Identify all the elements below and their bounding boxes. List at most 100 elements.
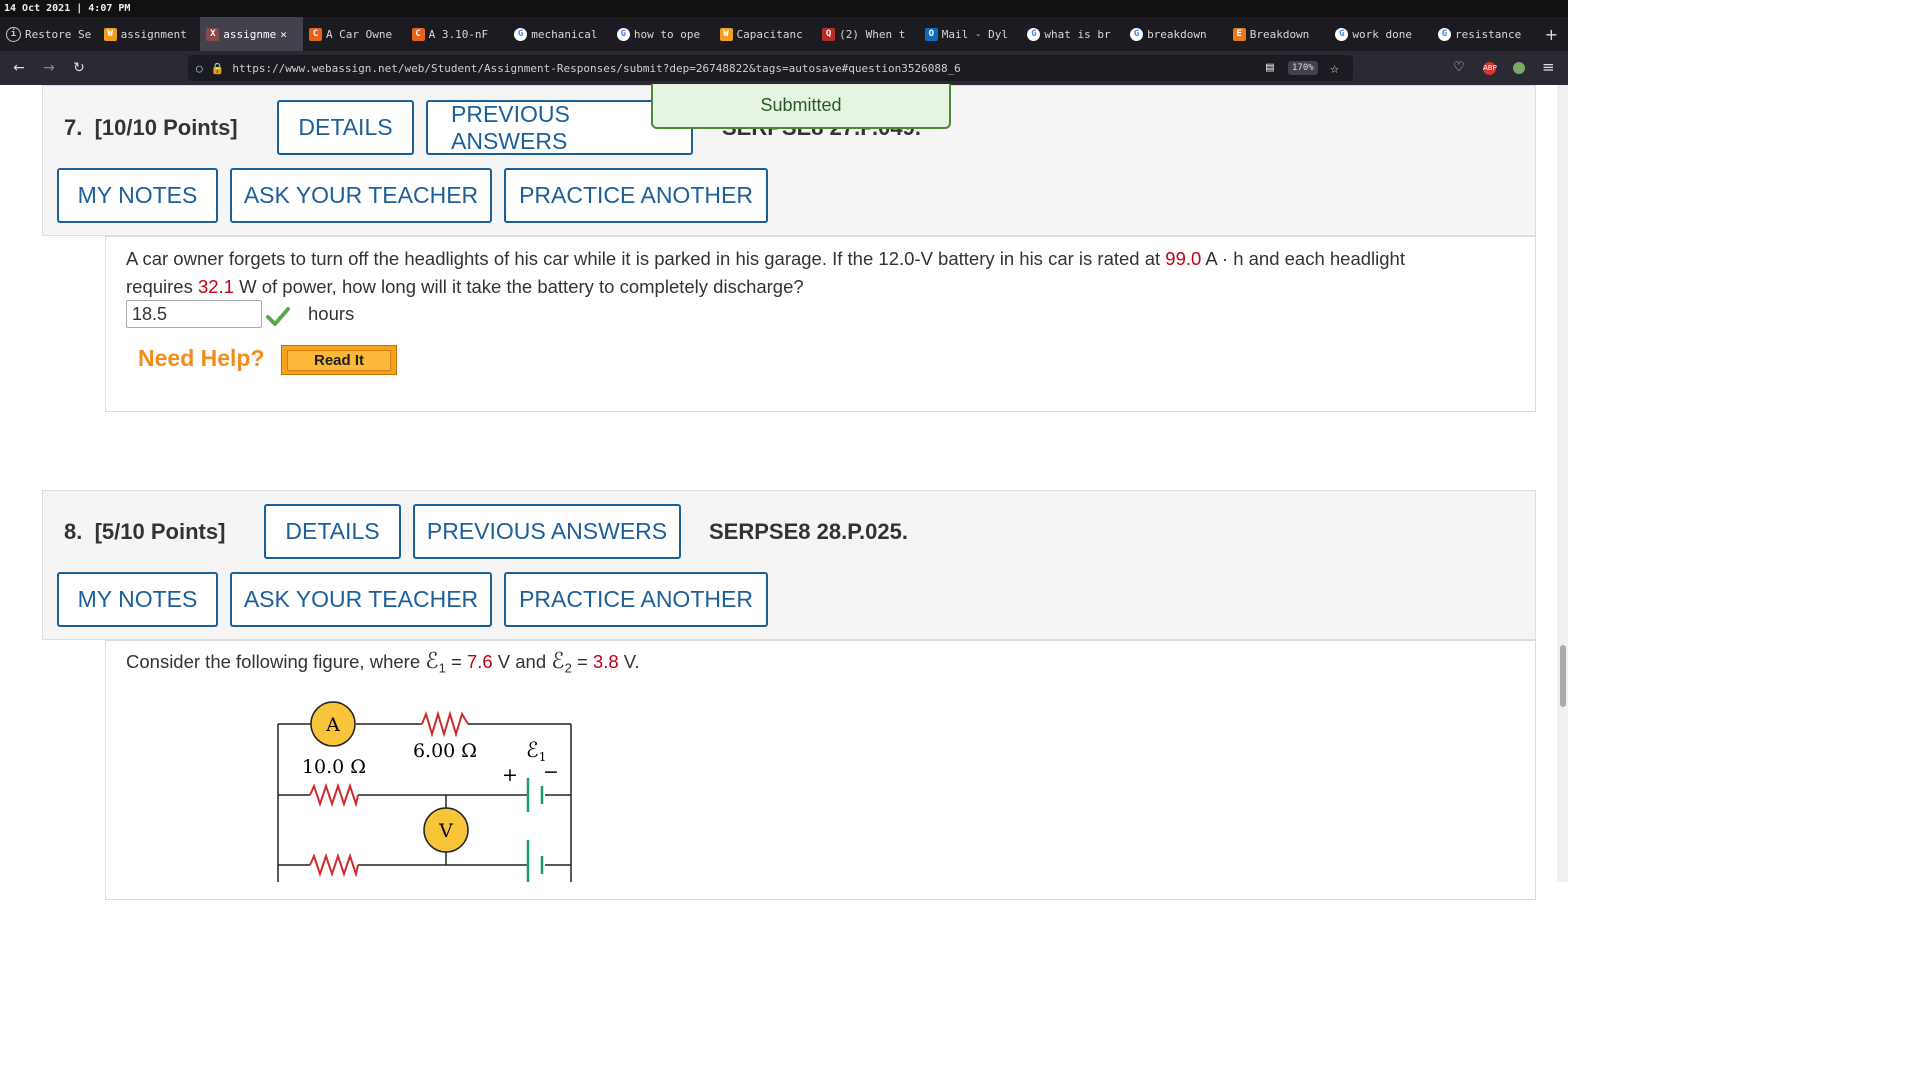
text-part: A car owner forgets to turn off the head… <box>126 248 1166 269</box>
question-7-points: 7. [10/10 Points] <box>64 115 238 141</box>
menu-icon[interactable]: ≡ <box>1542 58 1555 76</box>
ask-teacher-button[interactable]: ASK YOUR TEACHER <box>230 168 492 223</box>
url-bar[interactable]: ◯ 🔒 https://www.webassign.net/web/Studen… <box>188 55 1353 81</box>
question-reference: SERPSE8 28.P.025. <box>709 519 908 544</box>
voltmeter-label: V <box>438 820 453 842</box>
lock-icon[interactable]: 🔒 <box>211 62 225 75</box>
forward-icon[interactable]: → <box>34 60 64 76</box>
text-part: requires <box>126 276 198 297</box>
minus-sign: − <box>543 761 559 783</box>
tab-favicon-icon: W <box>103 27 117 41</box>
bookmark-star-icon[interactable]: ☆ <box>1330 59 1339 77</box>
reload-icon[interactable]: ↻ <box>64 60 94 76</box>
text-part: V and <box>492 651 552 672</box>
details-button[interactable]: DETAILS <box>264 504 401 559</box>
browser-tab[interactable]: Gwork done <box>1329 17 1432 51</box>
emf-subscript: 2 <box>564 660 572 676</box>
need-help-label: Need Help? <box>138 345 265 371</box>
submitted-toast: Submitted <box>651 84 951 129</box>
details-button[interactable]: DETAILS <box>277 100 414 155</box>
answer-input[interactable]: 18.5 <box>126 300 262 328</box>
browser-tab[interactable]: Wassignment <box>98 17 201 51</box>
tab-favicon-icon: G <box>1335 27 1349 41</box>
tab-title: breakdown <box>1147 27 1207 41</box>
reader-view-icon[interactable]: ▤ <box>1266 60 1274 75</box>
practice-another-button[interactable]: PRACTICE ANOTHER <box>504 168 768 223</box>
browser-tab[interactable]: Gmechanical <box>508 17 611 51</box>
tab-favicon-icon: G <box>1027 27 1041 41</box>
question-number: 8. <box>64 519 83 544</box>
tab-title: how to ope <box>633 27 701 41</box>
answer-unit: hours <box>308 303 355 324</box>
text-part: A · h and each headlight <box>1201 248 1405 269</box>
tab-favicon-icon: E <box>1232 27 1246 41</box>
emf1-value: 7.6 <box>466 651 493 672</box>
tab-title: what is br <box>1044 27 1111 41</box>
extension-icon[interactable] <box>1513 62 1525 74</box>
tab-title: assignme <box>223 27 277 41</box>
tab-strip: i Restore Se Wassignment Xassignme × C A Car O… <box>0 17 1568 51</box>
resistor-10-label: 10.0 Ω <box>302 756 366 778</box>
question-number: 7. <box>64 115 83 140</box>
tab-title: resistance <box>1454 27 1522 41</box>
scrollbar-thumb[interactable] <box>1560 645 1566 707</box>
tab-favicon-icon: Q <box>822 27 836 41</box>
tab-title: work done <box>1352 27 1412 41</box>
zoom-level[interactable]: 170% <box>1288 61 1318 75</box>
tab-favicon-icon: C <box>308 27 322 41</box>
resistor-bottom <box>309 852 359 878</box>
adblock-icon[interactable]: ABP <box>1483 62 1497 75</box>
text-part: Consider the following figure, where <box>126 651 426 672</box>
page-scrollbar[interactable] <box>1557 85 1568 882</box>
browser-tab[interactable]: Q (2) When t <box>816 17 919 51</box>
tab-favicon-icon: C <box>411 27 425 41</box>
browser-tab[interactable]: i Restore Se <box>0 17 98 51</box>
correct-check-icon <box>266 307 290 326</box>
browser-tab[interactable]: Gbreakdown <box>1124 17 1227 51</box>
browser-tab[interactable]: W Capacitanc <box>714 17 817 51</box>
emf-subscript: 1 <box>438 660 446 676</box>
tab-title: Restore Se <box>25 27 92 41</box>
url-text[interactable]: https://www.webassign.net/web/Student/As… <box>232 62 960 75</box>
browser-tab[interactable]: CA Car Owne <box>303 17 406 51</box>
ask-teacher-button[interactable]: ASK YOUR TEACHER <box>230 572 492 627</box>
tab-favicon-icon: G <box>514 27 528 41</box>
capacity-value: 99.0 <box>1165 248 1202 269</box>
datetime-bar: 14 Oct 2021 | 4:07 PM <box>0 0 1568 17</box>
practice-another-button[interactable]: PRACTICE ANOTHER <box>504 572 768 627</box>
tab-favicon-icon: G <box>1437 27 1451 41</box>
text-part: = <box>571 651 593 672</box>
emf-symbol: ℰ <box>425 649 439 674</box>
my-notes-button[interactable]: MY NOTES <box>57 168 218 223</box>
text-part: W of power, how long will it take the ba… <box>234 276 804 297</box>
my-notes-button[interactable]: MY NOTES <box>57 572 218 627</box>
text-part: = <box>445 651 467 672</box>
browser-tab[interactable]: Xassignme × <box>200 17 303 51</box>
plus-sign: + <box>502 764 518 786</box>
browser-tab[interactable]: Ghow to ope <box>611 17 714 51</box>
tab-favicon-icon: O <box>924 27 938 41</box>
close-tab-icon[interactable]: × <box>280 28 287 41</box>
back-icon[interactable]: ← <box>4 60 34 76</box>
new-tab-icon[interactable]: + <box>1535 25 1568 44</box>
read-it-label: Read It <box>286 349 391 371</box>
read-it-button[interactable]: Read It <box>281 345 397 375</box>
tab-title: mechanical <box>531 27 598 41</box>
shield-icon[interactable]: ◯ <box>196 62 203 75</box>
tab-title: Capacitanc <box>736 27 803 41</box>
circuit-diagram: A V 6.00 Ω 10.0 Ω ℰ1 + − <box>277 701 572 882</box>
previous-answers-button[interactable]: PREVIOUS ANSWERS <box>413 504 681 559</box>
browser-tab[interactable]: Gresistance <box>1432 17 1535 51</box>
tab-title: Breakdown <box>1249 27 1310 41</box>
browser-tab[interactable]: CA 3.10-nF <box>406 17 509 51</box>
pocket-icon[interactable]: ♡ <box>1453 60 1465 75</box>
question-7-text: A car owner forgets to turn off the head… <box>126 245 1526 301</box>
browser-tab[interactable]: Gwhat is br <box>1021 17 1124 51</box>
points-label: [5/10 Points] <box>94 519 226 544</box>
power-value: 32.1 <box>197 276 234 297</box>
text-part: V. <box>618 651 640 672</box>
browser-tab[interactable]: O Mail - Dyl <box>919 17 1022 51</box>
resistor-6-ohm <box>421 710 469 738</box>
browser-tab[interactable]: E Breakdown <box>1227 17 1330 51</box>
navigation-bar: ← → ↻ ◯ 🔒 https://www.webassign.net/web/… <box>0 51 1568 85</box>
